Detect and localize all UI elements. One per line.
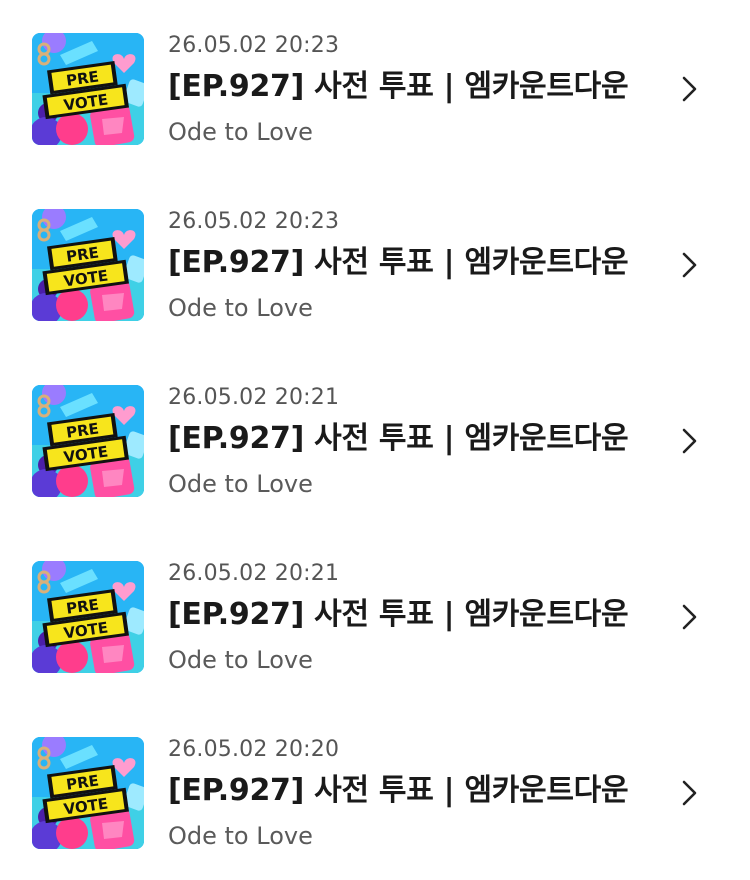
pre-vote-thumbnail: PRE VOTE [32,385,144,497]
vote-song: Ode to Love [168,118,313,146]
vote-title: [EP.927] 사전 투표 | 엠카운트다운 [168,597,629,632]
vote-song: Ode to Love [168,470,313,498]
vote-history-item[interactable]: PRE VOTE 26.05.02 20:21 [EP.927] 사전 투표 |… [0,380,750,528]
chevron-right-icon[interactable] [679,779,701,807]
vote-title: [EP.927] 사전 투표 | 엠카운트다운 [168,245,629,280]
pre-vote-thumbnail: PRE VOTE [32,737,144,849]
vote-history-list: PRE VOTE 26.05.02 20:23 [EP.927] 사전 투표 |… [0,0,750,879]
vote-date: 26.05.02 20:21 [168,561,340,586]
vote-history-item[interactable]: PRE VOTE 26.05.02 20:23 [EP.927] 사전 투표 |… [0,28,750,176]
vote-date: 26.05.02 20:20 [168,737,340,762]
pre-vote-thumbnail: PRE VOTE [32,209,144,321]
vote-song: Ode to Love [168,646,313,674]
chevron-right-icon[interactable] [679,427,701,455]
vote-date: 26.05.02 20:23 [168,209,340,234]
vote-song: Ode to Love [168,822,313,850]
vote-history-item[interactable]: PRE VOTE 26.05.02 20:21 [EP.927] 사전 투표 |… [0,556,750,704]
vote-date: 26.05.02 20:21 [168,385,340,410]
vote-date: 26.05.02 20:23 [168,33,340,58]
vote-history-item[interactable]: PRE VOTE 26.05.02 20:23 [EP.927] 사전 투표 |… [0,204,750,352]
pre-vote-thumbnail: PRE VOTE [32,561,144,673]
vote-song: Ode to Love [168,294,313,322]
vote-title: [EP.927] 사전 투표 | 엠카운트다운 [168,773,629,808]
chevron-right-icon[interactable] [679,251,701,279]
vote-title: [EP.927] 사전 투표 | 엠카운트다운 [168,421,629,456]
vote-history-item[interactable]: PRE VOTE 26.05.02 20:20 [EP.927] 사전 투표 |… [0,732,750,880]
chevron-right-icon[interactable] [679,603,701,631]
vote-title: [EP.927] 사전 투표 | 엠카운트다운 [168,69,629,104]
chevron-right-icon[interactable] [679,75,701,103]
pre-vote-thumbnail: PRE VOTE [32,33,144,145]
